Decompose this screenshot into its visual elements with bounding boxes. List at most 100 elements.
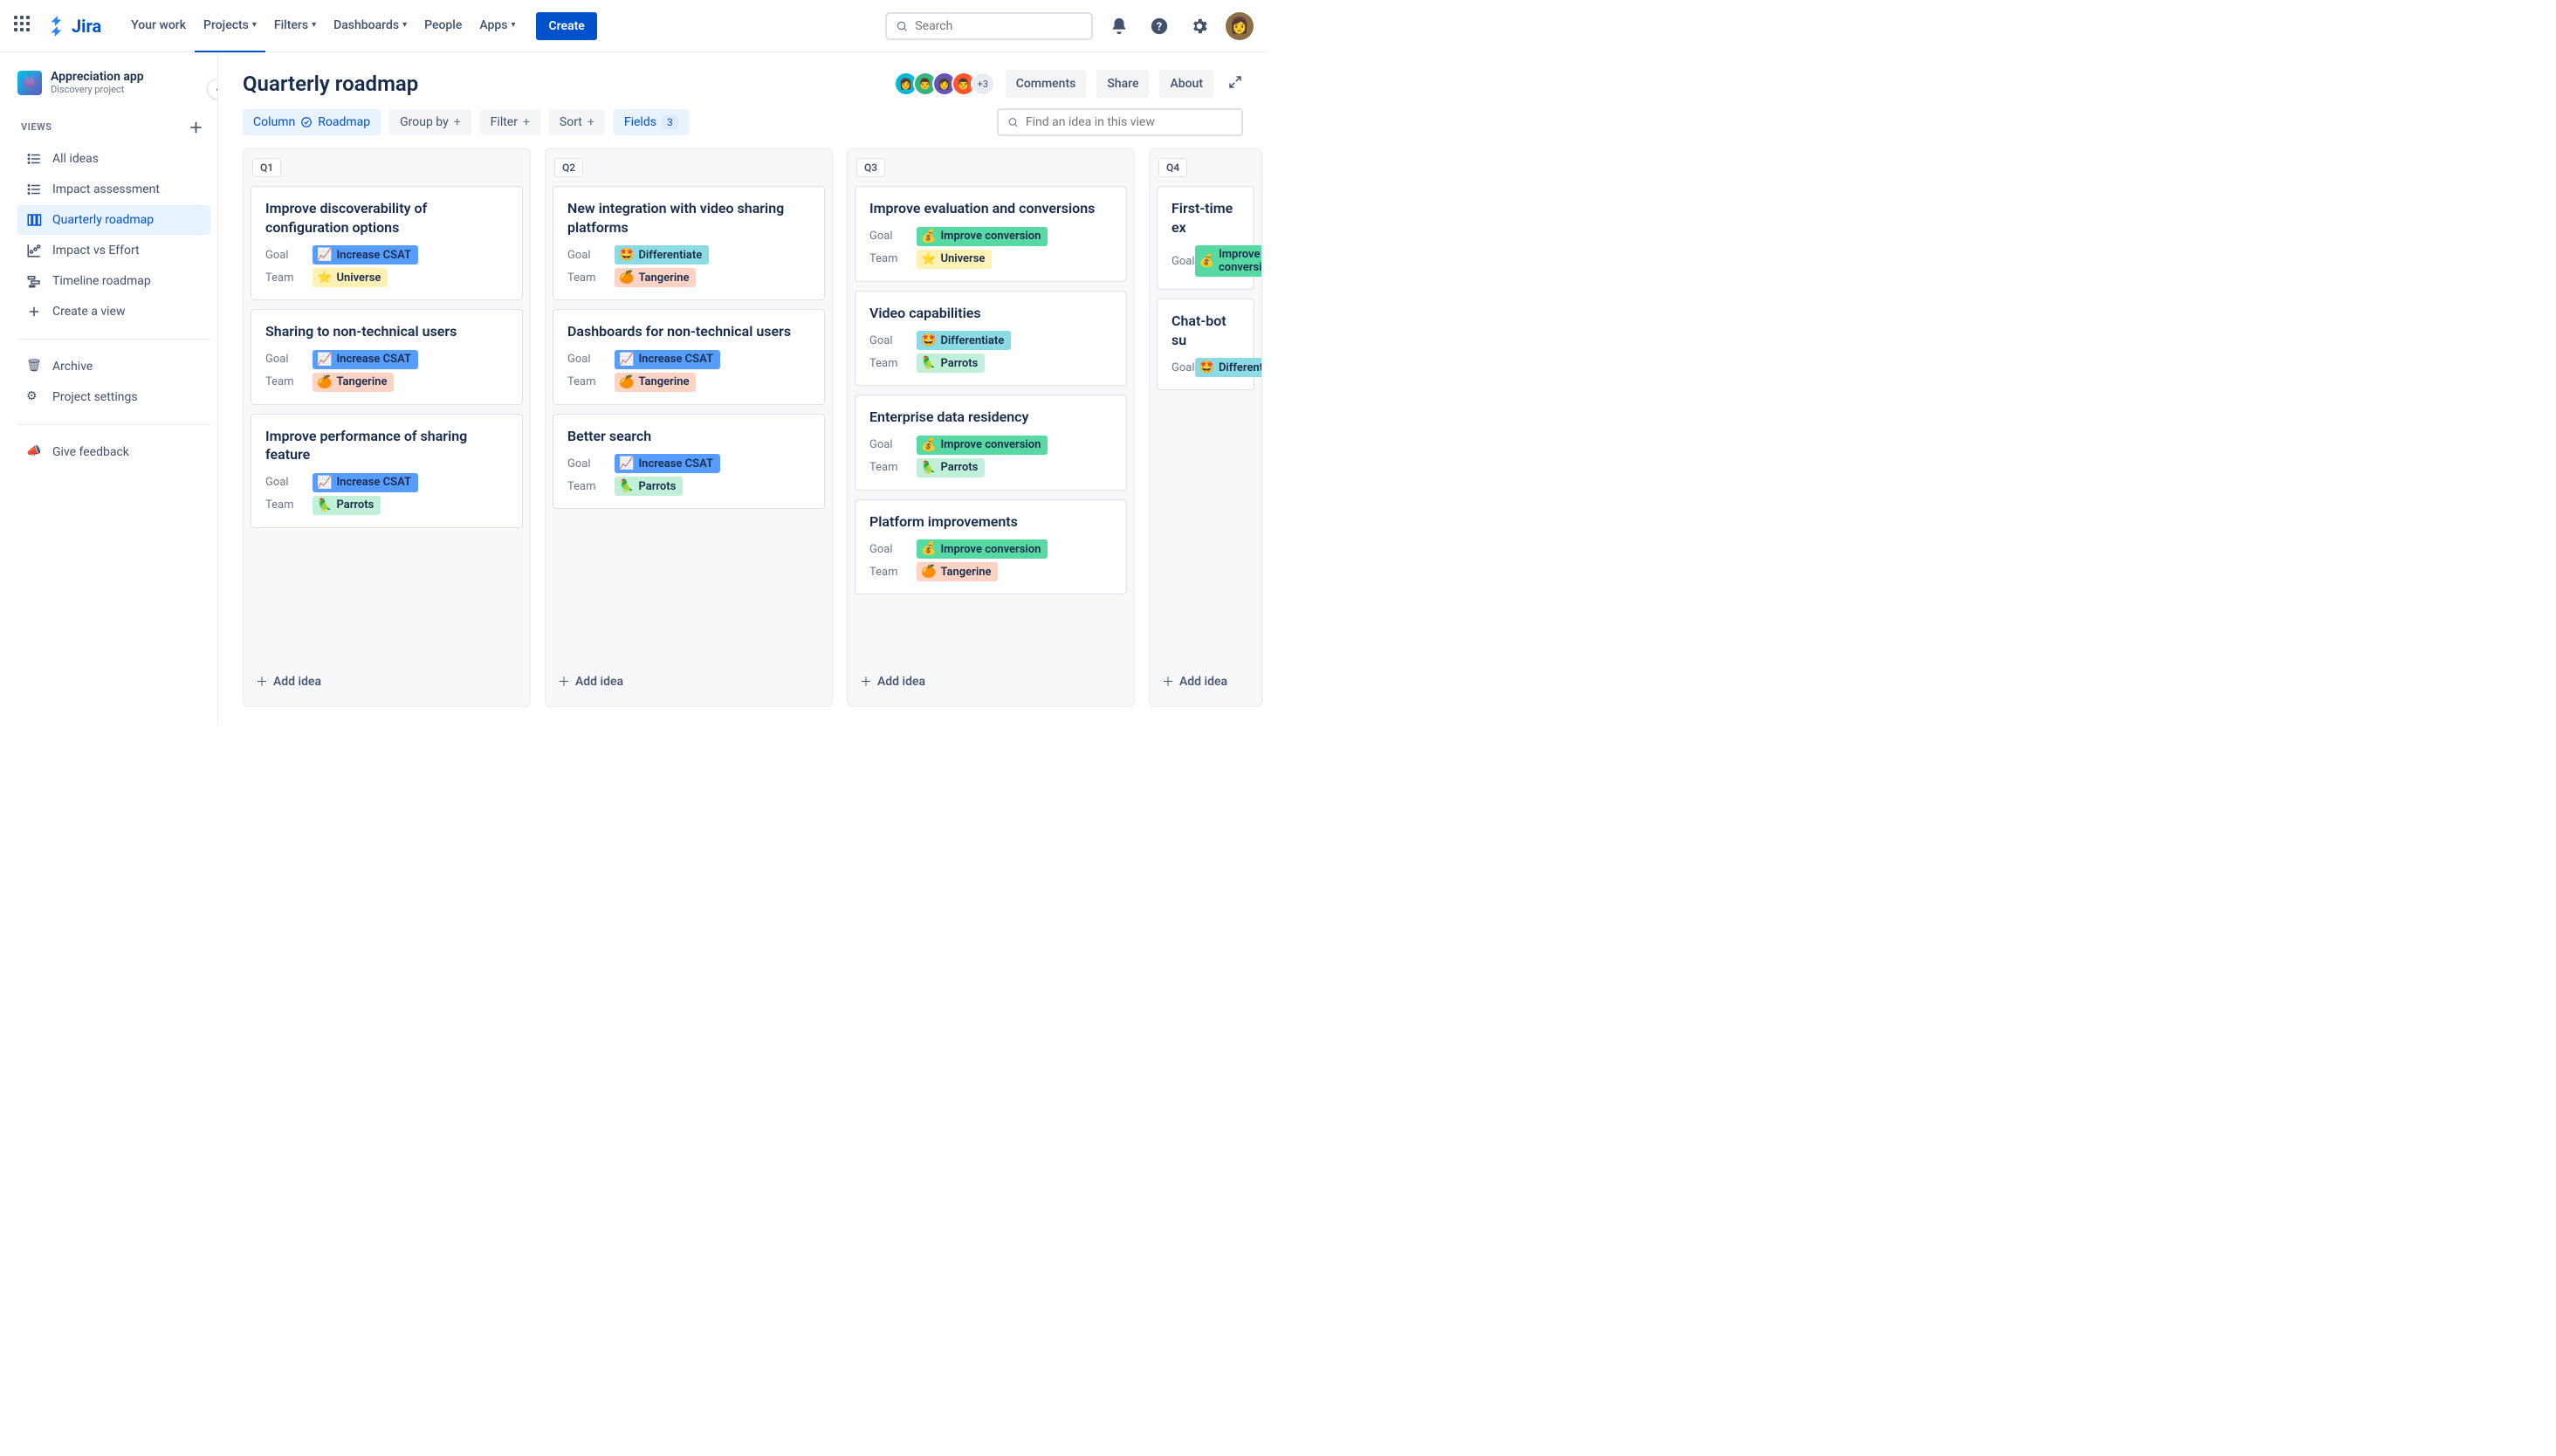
goal-text: Increase CSAT — [638, 353, 713, 366]
column-header[interactable]: Q3 — [856, 158, 885, 177]
goal-text: Increase CSAT — [336, 249, 411, 262]
goal-label: Goal — [567, 353, 615, 366]
team-text: Tangerine — [638, 271, 689, 285]
collaborator-avatars[interactable]: 👩👨👩👨 +3 — [899, 72, 995, 96]
filter-control[interactable]: Filter+ — [480, 109, 540, 135]
sort-control[interactable]: Sort+ — [549, 109, 605, 135]
sidebar-archive-label: Archive — [52, 360, 93, 374]
share-button[interactable]: Share — [1096, 70, 1149, 98]
app-switcher-icon[interactable] — [14, 16, 35, 37]
goal-tag: 📈Increase CSAT — [313, 473, 418, 492]
add-idea-button[interactable]: ＋Add idea — [553, 664, 825, 699]
nav-projects[interactable]: Projects▾ — [195, 0, 265, 52]
idea-card[interactable]: Video capabilitiesGoal🤩DifferentiateTeam… — [855, 291, 1127, 387]
find-idea-search[interactable] — [997, 108, 1243, 136]
timeline-icon — [26, 273, 42, 289]
nav-item-label: Filters — [274, 18, 308, 32]
sidebar-item-create-a-view[interactable]: Create a view — [17, 297, 210, 326]
nav-your-work[interactable]: Your work — [122, 0, 195, 52]
goal-label: Goal — [567, 249, 615, 262]
global-search[interactable] — [885, 12, 1093, 40]
create-button[interactable]: Create — [536, 12, 596, 40]
idea-card[interactable]: Improve performance of sharing featureGo… — [251, 414, 523, 528]
idea-card[interactable]: First-time exGoal💰Improve conversion — [1157, 186, 1254, 290]
team-label: Team — [265, 271, 313, 285]
comments-button[interactable]: Comments — [1006, 70, 1087, 98]
sidebar-project-settings[interactable]: ⚙ Project settings — [17, 382, 210, 412]
find-idea-input[interactable] — [1026, 115, 1233, 129]
nav-filters[interactable]: Filters▾ — [265, 0, 325, 52]
idea-card[interactable]: Enterprise data residencyGoal💰Improve co… — [855, 395, 1127, 491]
idea-card[interactable]: Better searchGoal📈Increase CSATTeam🦜Parr… — [553, 414, 825, 510]
sidebar-give-feedback[interactable]: 📣 Give feedback — [17, 437, 210, 467]
goal-text: Increase CSAT — [336, 476, 411, 489]
sidebar-item-impact-assessment[interactable]: Impact assessment — [17, 175, 210, 204]
nav-apps[interactable]: Apps▾ — [471, 0, 524, 52]
idea-card[interactable]: Improve discoverability of configuration… — [251, 186, 523, 300]
nav-dashboards[interactable]: Dashboards▾ — [325, 0, 416, 52]
settings-icon[interactable] — [1185, 12, 1213, 40]
team-emoji: 🍊 — [317, 375, 332, 389]
avatar-more[interactable]: +3 — [971, 72, 995, 96]
team-label: Team — [567, 271, 615, 285]
sidebar-item-all-ideas[interactable]: All ideas — [17, 144, 210, 174]
goal-text: Increase CSAT — [336, 353, 411, 366]
jira-logo[interactable]: Jira — [47, 16, 101, 37]
column-header[interactable]: Q4 — [1158, 158, 1187, 177]
sidebar-item-timeline-roadmap[interactable]: Timeline roadmap — [17, 266, 210, 296]
project-header[interactable]: 👾 Appreciation app Discovery project — [17, 70, 210, 95]
board-column-q2: Q2 New integration with video sharing pla… — [545, 148, 833, 707]
idea-card[interactable]: New integration with video sharing platf… — [553, 186, 825, 300]
sidebar-item-impact-vs-effort[interactable]: Impact vs Effort — [17, 236, 210, 265]
search-input[interactable] — [915, 19, 1082, 33]
team-tag: ⭐Universe — [917, 250, 992, 269]
idea-card[interactable]: Improve evaluation and conversionsGoal💰I… — [855, 186, 1127, 282]
idea-card[interactable]: Sharing to non-technical usersGoal📈Incre… — [251, 309, 523, 405]
idea-card[interactable]: Platform improvementsGoal💰Improve conver… — [855, 499, 1127, 595]
goal-label: Goal — [1172, 255, 1195, 268]
add-idea-button[interactable]: ＋Add idea — [855, 664, 1127, 699]
collapse-sidebar-button[interactable]: ‹ — [207, 79, 218, 100]
fields-control[interactable]: Fields3 — [614, 109, 689, 135]
notifications-icon[interactable] — [1105, 12, 1133, 40]
sidebar-item-label: Timeline roadmap — [52, 274, 151, 288]
sidebar-settings-label: Project settings — [52, 390, 138, 404]
column-header[interactable]: Q2 — [554, 158, 583, 177]
sidebar-item-label: All ideas — [52, 152, 99, 166]
goal-tag: 🤩Differentiate — [917, 331, 1011, 350]
add-idea-button[interactable]: ＋Add idea — [251, 664, 523, 699]
team-tag: 🍊Tangerine — [615, 268, 696, 287]
team-label: Team — [869, 252, 917, 265]
nav-people[interactable]: People — [416, 0, 471, 52]
views-header: VIEWS — [21, 121, 52, 133]
team-emoji: 🦜 — [921, 461, 936, 475]
sidebar-item-quarterly-roadmap[interactable]: Quarterly roadmap — [17, 205, 210, 235]
nav-item-label: Projects — [203, 18, 249, 32]
expand-icon[interactable] — [1227, 74, 1243, 93]
groupby-control[interactable]: Group by+ — [389, 109, 471, 135]
add-idea-label: Add idea — [1179, 675, 1227, 689]
add-idea-button[interactable]: ＋Add idea — [1157, 664, 1254, 699]
card-title: Video capabilities — [869, 304, 1112, 323]
team-text: Tangerine — [940, 566, 991, 579]
goal-text: Differentiate — [1219, 361, 1262, 374]
sidebar-archive[interactable]: 🗑 Archive — [17, 352, 210, 381]
column-control[interactable]: Column Roadmap — [243, 109, 381, 135]
sidebar-feedback-label: Give feedback — [52, 445, 129, 459]
card-title: First-time ex — [1172, 199, 1240, 237]
about-button[interactable]: About — [1159, 70, 1213, 98]
goal-label: Goal — [265, 353, 313, 366]
user-avatar[interactable]: 👩 — [1226, 12, 1254, 40]
idea-card[interactable]: Chat-bot suGoal🤩Differentiate — [1157, 299, 1254, 390]
help-icon[interactable]: ? — [1145, 12, 1173, 40]
add-view-icon[interactable]: ＋ — [189, 116, 203, 137]
card-title: Improve discoverability of configuration… — [265, 199, 508, 237]
column-header[interactable]: Q1 — [252, 158, 281, 177]
idea-card[interactable]: Dashboards for non-technical usersGoal📈I… — [553, 309, 825, 405]
card-title: Improve evaluation and conversions — [869, 199, 1112, 218]
goal-emoji: 🤩 — [1199, 361, 1214, 374]
goal-label: Goal — [869, 543, 917, 556]
goal-label: Goal — [869, 438, 917, 451]
goal-emoji: 🤩 — [619, 248, 634, 262]
search-icon — [1007, 116, 1019, 128]
